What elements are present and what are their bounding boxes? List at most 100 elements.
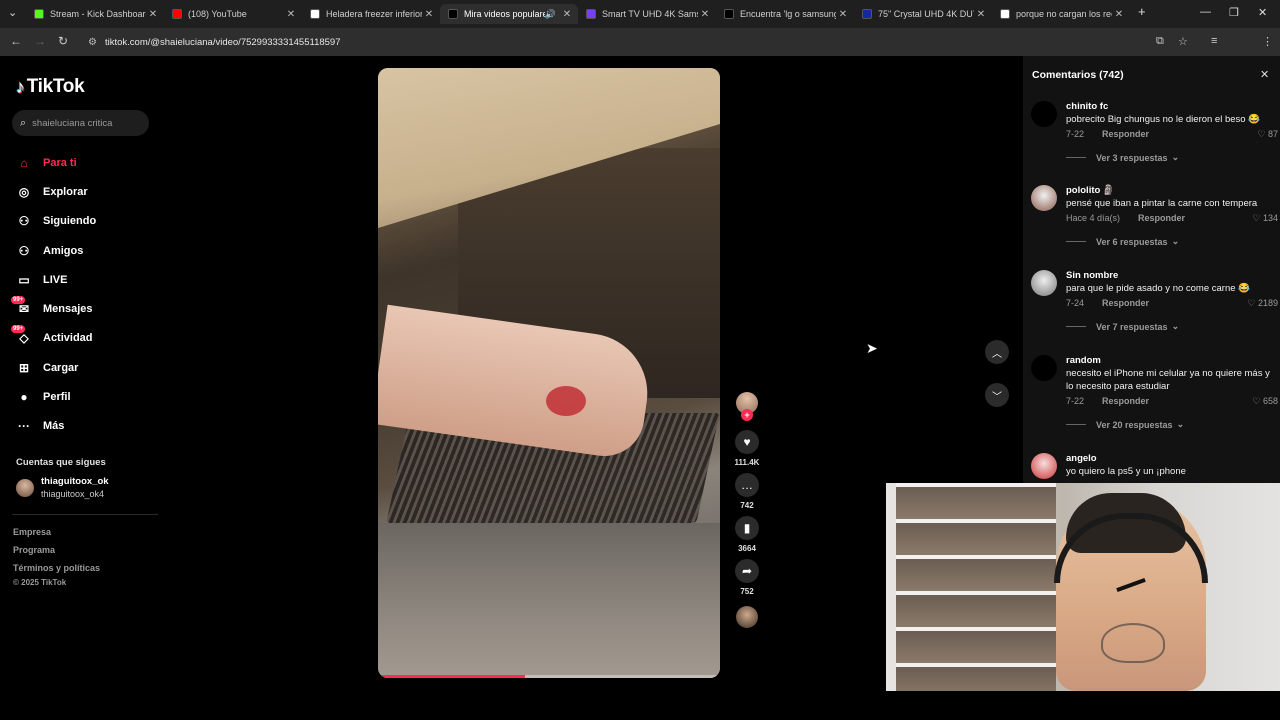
heart-icon[interactable]: ♥ — [735, 430, 759, 454]
view-replies-button[interactable]: Ver 3 respuestas ⌄ — [1066, 152, 1278, 163]
close-tab-icon[interactable]: ✕ — [146, 9, 160, 20]
tiktok-logo[interactable]: ♪ TikTok — [16, 76, 85, 98]
minimize-button[interactable]: — — [1200, 6, 1211, 18]
avatar[interactable] — [1031, 453, 1057, 479]
reload-icon[interactable]: ↻ — [58, 34, 68, 48]
bookmark-star-icon[interactable]: ☆ — [1178, 35, 1188, 48]
reply-button[interactable]: Responder — [1102, 129, 1149, 139]
share-icon[interactable]: ➦ — [735, 559, 759, 583]
follow-plus-icon[interactable]: + — [741, 409, 753, 421]
previous-video-button[interactable]: ︿ — [985, 340, 1009, 364]
following-username: thiaguitoox_ok4 — [41, 489, 105, 499]
install-app-icon[interactable]: ⧉ — [1156, 35, 1164, 48]
comment-like-button[interactable]: ♡ 2189 — [1247, 296, 1278, 310]
video-frame-tattoo — [546, 386, 586, 416]
footer-link-empresa[interactable]: Empresa — [13, 527, 51, 537]
comment-username[interactable]: angelo — [1066, 453, 1278, 465]
comments-title: Comentarios (742) — [1032, 69, 1124, 81]
sidebar-item-mensajes[interactable]: ✉ 99+ Mensajes — [11, 294, 156, 323]
close-window-button[interactable]: ✕ — [1258, 6, 1267, 19]
back-icon[interactable]: ← — [10, 34, 22, 48]
search-input[interactable]: ⌕ shaieluciana critica — [12, 110, 149, 136]
close-tab-icon[interactable]: ✕ — [422, 9, 436, 20]
footer-link-terminos[interactable]: Términos y políticas — [13, 563, 100, 573]
search-placeholder: shaieluciana critica — [32, 117, 113, 129]
comment-username[interactable]: Sin nombre — [1066, 270, 1278, 282]
comment-like-button[interactable]: ♡ 658 — [1252, 394, 1278, 408]
view-replies-button[interactable]: Ver 6 respuestas ⌄ — [1066, 236, 1278, 247]
comment-like-button[interactable]: ♡ 87 — [1257, 127, 1278, 141]
browser-tab[interactable]: Mira videos populares 🔊 ✕ — [440, 4, 578, 24]
comment-like-button[interactable]: ♡ 134 — [1252, 211, 1278, 225]
maximize-button[interactable]: ❐ — [1229, 6, 1239, 19]
speaker-icon[interactable]: 🔊 — [545, 9, 556, 20]
close-tab-icon[interactable]: ✕ — [284, 9, 298, 20]
address-bar[interactable]: ⚙ tiktok.com/@shaieluciana/video/7529933… — [80, 31, 1200, 53]
sidebar-item-perfil[interactable]: ● Perfil — [16, 382, 156, 411]
chevron-down-icon: ⌄ — [1171, 152, 1180, 162]
sidebar-item-cargar[interactable]: ⊞ Cargar — [16, 353, 156, 382]
close-tab-icon[interactable]: ✕ — [974, 9, 988, 20]
comment-like-count: 658 — [1262, 396, 1278, 406]
comments-panel: Comentarios (742) ✕ chinito fc pobrecito … — [1023, 56, 1280, 484]
following-account[interactable]: thiaguitoox_ok thiaguitoox_ok4 — [16, 476, 109, 500]
avatar[interactable] — [1031, 101, 1057, 127]
video-progress-bar[interactable] — [378, 675, 720, 678]
browser-tab[interactable]: Stream - Kick Dashboard ✕ — [26, 4, 164, 24]
forward-icon[interactable]: → — [34, 34, 46, 48]
browser-menu-icon[interactable]: ⋮ — [1262, 35, 1273, 48]
close-tab-icon[interactable]: ✕ — [1112, 9, 1126, 20]
tab-title: Mira videos populares — [464, 9, 545, 19]
sidebar-item-siguiendo[interactable]: ⚇ Siguiendo — [16, 207, 156, 236]
comment-action[interactable]: … 742 — [730, 473, 764, 510]
sidebar-item-más[interactable]: ··· Más — [16, 412, 156, 441]
browser-tab[interactable]: Smart TV UHD 4K Samsu ✕ — [578, 4, 716, 24]
sidebar-item-live[interactable]: ▭ LIVE — [16, 265, 156, 294]
comment-username[interactable]: chinito fc — [1066, 101, 1278, 113]
browser-tab[interactable]: Encuentra 'lg o samsung ✕ — [716, 4, 854, 24]
creator-avatar[interactable]: + — [736, 392, 758, 421]
video-player[interactable] — [378, 68, 720, 678]
sidebar-item-para-ti[interactable]: ⌂ Para ti — [16, 148, 156, 177]
sidebar-item-label: Cargar — [43, 361, 79, 374]
comment-username[interactable]: pololito 🗿 — [1066, 185, 1278, 197]
browser-tab[interactable]: porque no cargan los rec ✕ — [992, 4, 1130, 24]
comment-meta: 7-22 Responder ♡ 658 — [1066, 394, 1278, 408]
close-icon[interactable]: ✕ — [1260, 68, 1269, 81]
heart-icon: ♡ — [1252, 396, 1263, 406]
close-tab-icon[interactable]: ✕ — [836, 9, 850, 20]
view-replies-button[interactable]: Ver 20 respuestas ⌄ — [1066, 419, 1278, 430]
site-info-icon[interactable]: ⚙ — [88, 37, 97, 48]
avatar[interactable] — [1031, 270, 1057, 296]
sidebar-item-amigos[interactable]: ⚇ Amigos — [16, 236, 156, 265]
browser-tab[interactable]: (108) YouTube ✕ — [164, 4, 302, 24]
tab-search-icon[interactable]: ⌄ — [8, 6, 17, 19]
comment-icon[interactable]: … — [735, 473, 759, 497]
browser-tab[interactable]: 75" Crystal UHD 4K DU7(✕ — [854, 4, 992, 24]
view-replies-button[interactable]: Ver 7 respuestas ⌄ — [1066, 321, 1278, 332]
reply-button[interactable]: Responder — [1138, 213, 1185, 223]
tiktok-logo-icon: ♪ — [16, 76, 25, 97]
close-tab-icon[interactable]: ✕ — [698, 9, 712, 20]
bookmark-icon[interactable]: ▮ — [735, 516, 759, 540]
reply-button[interactable]: Responder — [1102, 298, 1149, 308]
save-action[interactable]: ▮ 3664 — [730, 516, 764, 553]
comment-username[interactable]: random — [1066, 355, 1278, 367]
comment-text: para que le pide asado y no come carne 😂 — [1066, 283, 1250, 294]
new-tab-button[interactable]: + — [1138, 4, 1146, 19]
avatar[interactable] — [1031, 185, 1057, 211]
sidebar-item-explorar[interactable]: ◎ Explorar — [16, 177, 156, 206]
close-tab-icon[interactable]: ✕ — [560, 9, 574, 20]
footer-link-programa[interactable]: Programa — [13, 545, 55, 555]
reply-button[interactable]: Responder — [1102, 396, 1149, 406]
copyright: © 2025 TikTok — [13, 578, 67, 587]
share-action[interactable]: ➦ 752 — [730, 559, 764, 596]
next-video-button[interactable]: ﹀ — [985, 383, 1009, 407]
browser-tab[interactable]: Heladera freezer inferior ✕ — [302, 4, 440, 24]
sidebar-item-actividad[interactable]: ◇ 99+ Actividad — [11, 324, 156, 353]
music-disc-icon[interactable] — [736, 606, 758, 628]
media-control-icon[interactable]: ≡ — [1211, 35, 1217, 47]
comment-like-count: 2189 — [1257, 298, 1278, 308]
like-action[interactable]: ♥ 111.4K — [730, 430, 764, 467]
avatar[interactable] — [1031, 355, 1057, 381]
